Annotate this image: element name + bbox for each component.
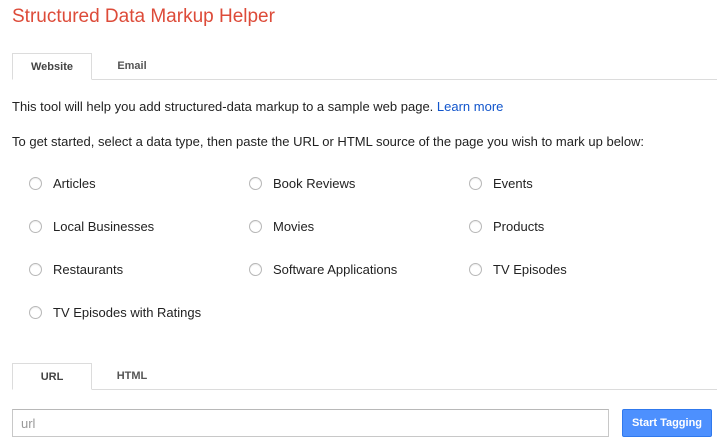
- start-tagging-button[interactable]: Start Tagging: [622, 409, 712, 437]
- option-label: Restaurants: [53, 262, 124, 277]
- option-articles[interactable]: Articles: [29, 176, 96, 191]
- source-type-tabs: Website Email: [12, 53, 717, 80]
- option-label: Software Applications: [273, 262, 398, 277]
- radio-button[interactable]: [29, 220, 42, 233]
- option-events[interactable]: Events: [469, 176, 533, 191]
- tab-url[interactable]: URL: [12, 363, 92, 390]
- instruction-text: To get started, select a data type, then…: [12, 134, 645, 149]
- tab-email[interactable]: Email: [92, 53, 172, 79]
- tab-html[interactable]: HTML: [92, 363, 172, 389]
- option-label: Articles: [53, 176, 96, 191]
- option-label: TV Episodes: [493, 262, 567, 277]
- radio-button[interactable]: [29, 263, 42, 276]
- radio-button[interactable]: [249, 177, 262, 190]
- option-label: Movies: [273, 219, 315, 234]
- radio-button[interactable]: [249, 263, 262, 276]
- tab-website[interactable]: Website: [12, 53, 92, 80]
- option-restaurants[interactable]: Restaurants: [29, 262, 123, 277]
- option-label: Book Reviews: [273, 176, 356, 191]
- option-tv-episodes[interactable]: TV Episodes: [469, 262, 567, 277]
- option-tv-episodes-with-ratings[interactable]: TV Episodes with Ratings: [29, 305, 201, 320]
- learn-more-link[interactable]: Learn more: [437, 99, 503, 114]
- intro-text: This tool will help you add structured-d…: [12, 99, 503, 114]
- option-software-applications[interactable]: Software Applications: [249, 262, 397, 277]
- option-movies[interactable]: Movies: [249, 219, 314, 234]
- option-label: Events: [493, 176, 533, 191]
- option-label: Local Businesses: [53, 219, 155, 234]
- url-input[interactable]: [12, 409, 609, 437]
- radio-button[interactable]: [29, 177, 42, 190]
- radio-button[interactable]: [249, 220, 262, 233]
- intro-description: This tool will help you add structured-d…: [12, 99, 434, 114]
- input-mode-tabs: URL HTML: [12, 363, 717, 390]
- page-title: Structured Data Markup Helper: [12, 6, 275, 27]
- radio-button[interactable]: [469, 263, 482, 276]
- radio-button[interactable]: [29, 306, 42, 319]
- option-label: TV Episodes with Ratings: [53, 305, 202, 320]
- radio-button[interactable]: [469, 220, 482, 233]
- option-local-businesses[interactable]: Local Businesses: [29, 219, 154, 234]
- option-products[interactable]: Products: [469, 219, 544, 234]
- option-book-reviews[interactable]: Book Reviews: [249, 176, 355, 191]
- radio-button[interactable]: [469, 177, 482, 190]
- option-label: Products: [493, 219, 545, 234]
